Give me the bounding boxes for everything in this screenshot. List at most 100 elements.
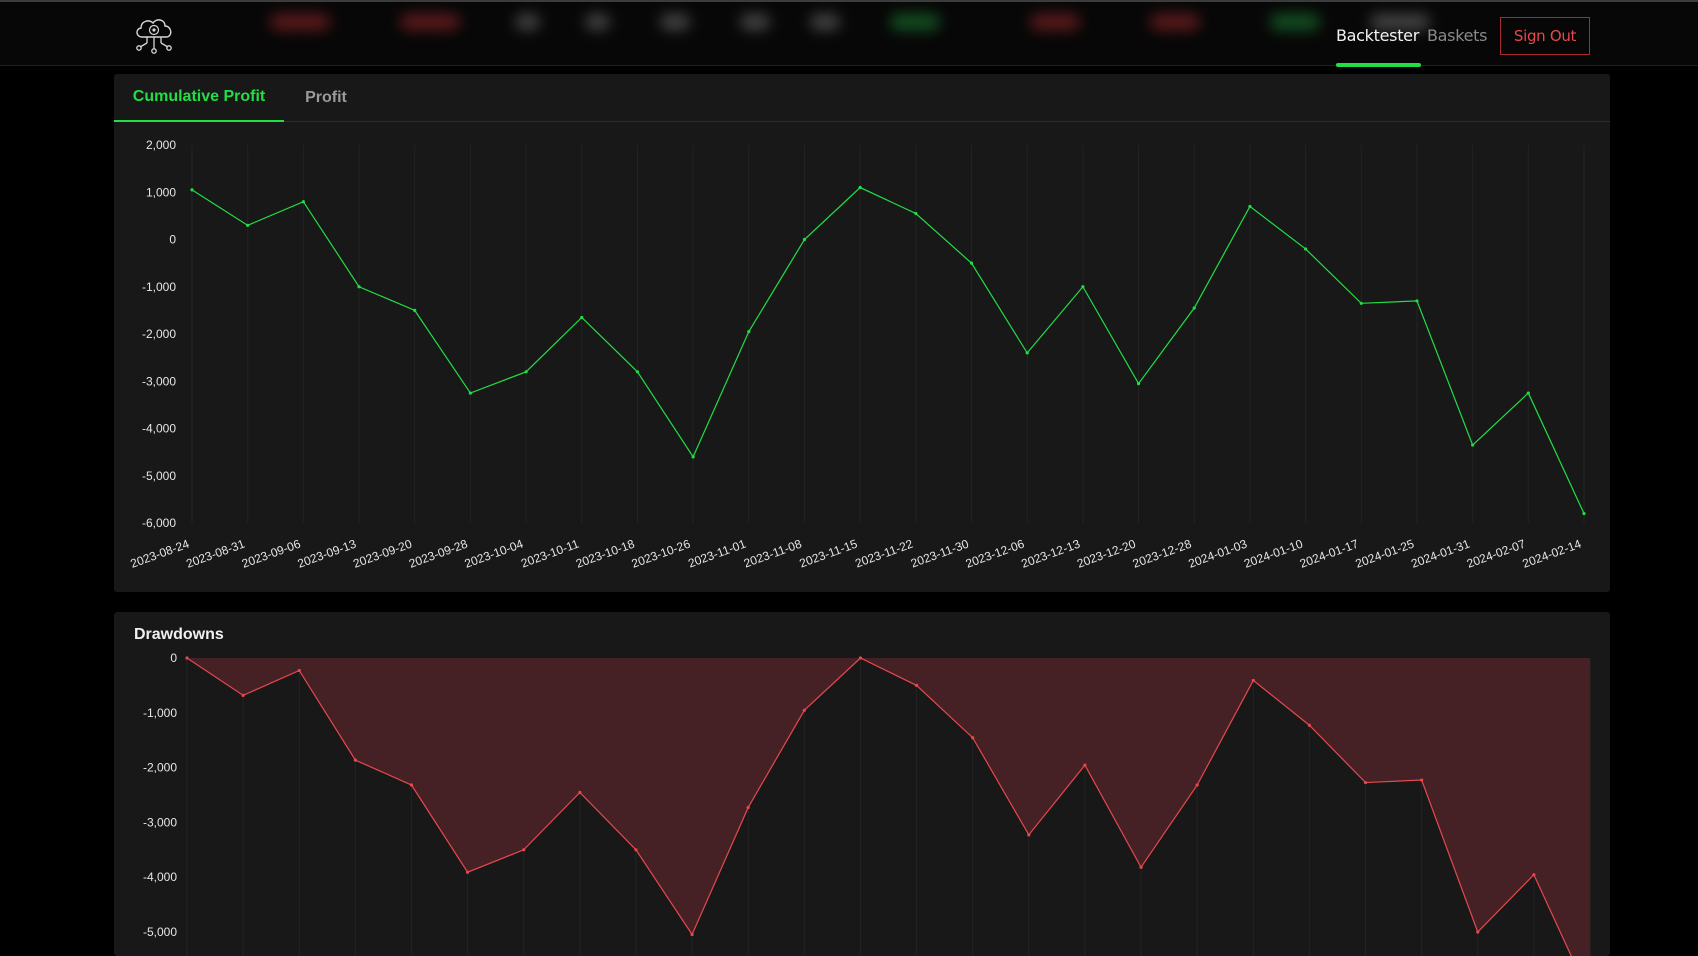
y-tick-label: -4,000 bbox=[143, 870, 177, 884]
x-tick-label: 2023-10-04 bbox=[463, 537, 526, 571]
data-point bbox=[1532, 873, 1536, 877]
cloud-network-icon[interactable] bbox=[132, 15, 176, 57]
data-point bbox=[468, 391, 472, 395]
data-point bbox=[1363, 780, 1368, 785]
x-tick-label: 2023-12-06 bbox=[964, 537, 1027, 571]
y-tick-label: -5,000 bbox=[143, 925, 177, 939]
y-tick-label: -2,000 bbox=[142, 327, 176, 341]
y-tick-label: 0 bbox=[169, 233, 176, 247]
series-line bbox=[191, 186, 1585, 514]
data-point bbox=[1415, 299, 1419, 303]
data-point bbox=[190, 188, 194, 192]
data-point bbox=[1582, 511, 1586, 516]
y-tick-label: -1,000 bbox=[143, 706, 177, 720]
data-point bbox=[746, 805, 750, 810]
data-point bbox=[1420, 778, 1424, 782]
data-point bbox=[1307, 723, 1311, 727]
x-tick-label: 2023-10-18 bbox=[574, 537, 637, 571]
x-tick-label: 2024-01-10 bbox=[1242, 537, 1305, 571]
x-tick-label: 2023-11-08 bbox=[742, 537, 804, 571]
x-tick-label: 2024-01-31 bbox=[1409, 537, 1472, 571]
x-tick-label: 2024-02-14 bbox=[1521, 537, 1584, 571]
nav-baskets[interactable]: Baskets bbox=[1427, 26, 1487, 45]
data-point bbox=[635, 370, 640, 374]
nav-active-indicator bbox=[1336, 63, 1421, 67]
data-point bbox=[297, 668, 301, 673]
data-point bbox=[858, 656, 863, 660]
data-point bbox=[185, 656, 189, 660]
cumulative-profit-chart: 2,000 1,000 0 -1,000 -2,000 -3,000 -4,000 -5,00… bbox=[129, 138, 1586, 571]
x-tick-label: 2024-01-25 bbox=[1354, 537, 1417, 571]
data-point bbox=[802, 237, 807, 242]
nav-backtester[interactable]: Backtester bbox=[1336, 26, 1419, 45]
data-point bbox=[246, 223, 250, 227]
data-point bbox=[747, 330, 751, 334]
data-point bbox=[969, 261, 974, 265]
data-point bbox=[1304, 247, 1308, 251]
data-point bbox=[1136, 382, 1141, 386]
data-point bbox=[524, 370, 528, 374]
y-tick-label: -5,000 bbox=[142, 469, 176, 483]
data-point bbox=[241, 693, 245, 697]
x-tick-label: 2024-01-17 bbox=[1298, 537, 1361, 571]
data-point bbox=[1139, 865, 1143, 869]
data-point bbox=[914, 683, 919, 687]
y-tick-label: -4,000 bbox=[142, 422, 176, 436]
data-point bbox=[578, 790, 582, 795]
x-tick-label: 2023-12-20 bbox=[1075, 537, 1138, 571]
top-navbar: Backtester Baskets Sign Out bbox=[0, 0, 1698, 67]
x-tick-label: 2023-09-20 bbox=[351, 537, 414, 571]
data-point bbox=[634, 848, 638, 852]
data-point bbox=[971, 736, 975, 740]
data-point bbox=[353, 758, 357, 762]
cumulative-profit-panel: Cumulative Profit Profit 2,000 1,000 0 -1,0… bbox=[114, 74, 1610, 592]
y-tick-label: -6,000 bbox=[142, 516, 176, 530]
data-point bbox=[1476, 930, 1480, 934]
data-point bbox=[691, 455, 695, 459]
drawdown-area bbox=[187, 658, 1590, 956]
y-tick-label: -3,000 bbox=[143, 815, 177, 829]
data-point bbox=[690, 932, 694, 937]
y-tick-label: -2,000 bbox=[143, 761, 177, 775]
y-tick-label: -3,000 bbox=[142, 374, 176, 388]
data-point bbox=[1248, 204, 1252, 209]
x-tick-label: 2023-11-22 bbox=[853, 537, 915, 571]
data-point bbox=[1081, 285, 1085, 289]
sign-out-button[interactable]: Sign Out bbox=[1500, 17, 1590, 55]
x-tick-label: 2023-09-28 bbox=[407, 537, 470, 571]
data-point bbox=[1027, 833, 1031, 837]
data-point bbox=[914, 211, 918, 216]
x-tick-label: 2024-01-03 bbox=[1186, 537, 1249, 571]
y-tick-label: 2,000 bbox=[146, 138, 176, 152]
data-point bbox=[1025, 351, 1029, 355]
data-point bbox=[580, 315, 584, 320]
x-tick-label: 2023-12-13 bbox=[1019, 537, 1082, 571]
x-tick-label: 2023-08-24 bbox=[129, 537, 192, 571]
x-tick-label: 2023-10-11 bbox=[519, 537, 581, 571]
y-tick-label: -1,000 bbox=[142, 280, 176, 294]
x-tick-label: 2023-11-30 bbox=[909, 537, 971, 571]
data-point bbox=[858, 185, 862, 190]
drawdowns-panel: Drawdowns 0 -1,000 -2,000 -3,000 -4,000 -5,00… bbox=[114, 612, 1610, 956]
x-tick-label: 2023-12-28 bbox=[1131, 537, 1194, 571]
chart-tabs: Cumulative Profit Profit bbox=[114, 74, 1610, 122]
x-tick-label: 2023-09-13 bbox=[296, 537, 359, 571]
tab-profit[interactable]: Profit bbox=[286, 74, 366, 122]
data-point bbox=[413, 308, 417, 312]
data-point bbox=[1083, 763, 1087, 767]
x-tick-label: 2023-09-06 bbox=[240, 537, 303, 571]
x-tick-label: 2023-08-31 bbox=[184, 537, 247, 571]
data-point bbox=[1192, 306, 1196, 310]
x-tick-label: 2023-10-26 bbox=[630, 537, 693, 571]
tab-cumulative-profit[interactable]: Cumulative Profit bbox=[114, 74, 284, 122]
x-tick-label: 2023-11-01 bbox=[686, 537, 748, 571]
data-point bbox=[1251, 678, 1255, 683]
drawdowns-chart: 0 -1,000 -2,000 -3,000 -4,000 -5,000 bbox=[143, 651, 1591, 956]
data-point bbox=[409, 783, 414, 787]
data-point bbox=[357, 285, 361, 289]
data-point bbox=[802, 708, 806, 712]
data-point bbox=[466, 870, 470, 874]
y-tick-label: 1,000 bbox=[146, 185, 176, 199]
y-tick-label: 0 bbox=[170, 651, 177, 665]
data-point bbox=[1359, 301, 1363, 305]
